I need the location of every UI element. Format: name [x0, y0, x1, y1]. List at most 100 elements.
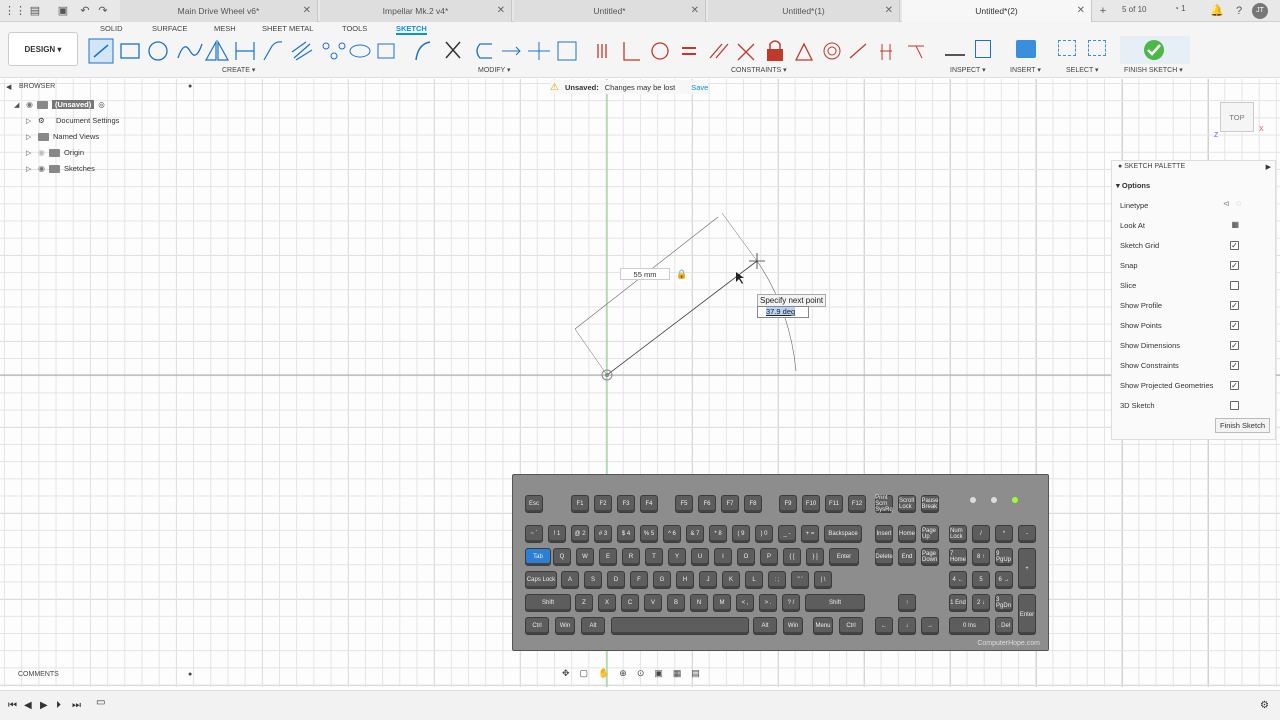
slice-checkbox[interactable] — [1230, 281, 1239, 290]
tab-surface[interactable]: SURFACE — [152, 24, 187, 33]
show-constraints-checkbox[interactable]: ✓ — [1230, 361, 1239, 370]
tab-untitled[interactable]: Untitled* ✕ — [514, 0, 706, 22]
tab-main-drive-wheel[interactable]: Main Drive Wheel v6* ✕ — [120, 0, 318, 22]
save-link[interactable]: Save — [691, 83, 708, 92]
pin-icon[interactable]: ● — [188, 671, 192, 678]
show-projected-checkbox[interactable]: ✓ — [1230, 381, 1239, 390]
timeline-marker-icon[interactable]: ▭ — [96, 697, 105, 708]
select-window-icon[interactable] — [1058, 40, 1076, 56]
offset-tool-icon[interactable] — [291, 41, 313, 61]
collinear-icon[interactable] — [737, 43, 755, 61]
finish-sketch-menu[interactable]: FINISH SKETCH ▾ — [1124, 66, 1183, 74]
look-at-icon[interactable]: ▦ — [1231, 220, 1239, 229]
break-icon[interactable] — [502, 46, 521, 56]
inspect-menu[interactable]: INSPECT ▾ — [950, 66, 986, 74]
avatar[interactable]: JT — [1252, 3, 1268, 19]
close-icon[interactable]: ✕ — [691, 5, 699, 16]
app-grid-icon[interactable]: ⋮⋮ — [4, 4, 26, 18]
trim-icon[interactable] — [445, 41, 461, 59]
fix-icon[interactable] — [767, 49, 783, 61]
browser-root[interactable]: ◢ ◉ (Unsaved) ◎ — [14, 100, 105, 109]
equal-icon[interactable] — [682, 47, 696, 55]
tab-untitled-2[interactable]: Untitled*(2) ✕ — [902, 0, 1092, 22]
constraints-menu[interactable]: CONSTRAINTS ▾ — [731, 66, 787, 74]
next-step-icon[interactable]: ⏵ — [56, 700, 61, 711]
ellipse-tool-icon[interactable] — [349, 44, 371, 58]
symmetry-icon[interactable] — [880, 44, 892, 60]
eye-icon[interactable]: ◉ — [38, 148, 45, 157]
tab-sketch[interactable]: SKETCH — [396, 24, 427, 35]
play-icon[interactable]: ▶ — [40, 700, 48, 711]
pin-icon[interactable]: ● — [188, 83, 192, 90]
browser-item-document-settings[interactable]: ▷ ⚙ Document Settings — [26, 116, 119, 125]
settings-icon[interactable]: ⚙ — [1260, 700, 1269, 711]
circle-tool-icon[interactable] — [148, 41, 168, 61]
parallel-icon[interactable] — [709, 43, 729, 59]
midpoint-icon[interactable] — [794, 42, 814, 61]
browser-item-named-views[interactable]: ▷ Named Views — [26, 132, 99, 141]
orbit-icon[interactable]: ✥ — [562, 668, 570, 679]
expand-panel-icon[interactable]: ▶ — [1266, 163, 1271, 171]
show-profile-checkbox[interactable]: ✓ — [1230, 301, 1239, 310]
display-settings-icon[interactable]: ▣ — [654, 668, 663, 679]
save-icon[interactable]: ▣ — [56, 4, 70, 18]
previous-step-icon[interactable]: ◀ — [24, 700, 32, 711]
zoom-window-icon[interactable]: ⊙ — [637, 668, 645, 679]
perpendicular-icon[interactable] — [623, 42, 640, 61]
insert-image-icon[interactable] — [1016, 40, 1036, 58]
show-points-checkbox[interactable]: ✓ — [1230, 321, 1239, 330]
workspace-switcher[interactable]: DESIGN ▾ — [8, 32, 78, 66]
fillet-tool-icon[interactable] — [263, 41, 283, 61]
insert-menu[interactable]: INSERT ▾ — [1010, 66, 1041, 74]
browser-item-origin[interactable]: ▷ ◉ Origin — [26, 148, 84, 157]
pan-icon[interactable]: ✋ — [598, 668, 609, 679]
expand-icon[interactable]: ▷ — [26, 165, 34, 173]
zoom-icon[interactable]: ⊕ — [619, 668, 627, 679]
palette-finish-sketch-button[interactable]: Finish Sketch — [1214, 418, 1270, 433]
eye-icon[interactable]: ◉ — [26, 100, 33, 109]
expand-icon[interactable]: ▷ — [26, 133, 34, 141]
close-icon[interactable]: ✕ — [1077, 5, 1085, 16]
sketch-scale-icon[interactable] — [528, 42, 550, 60]
file-icon[interactable]: ▤ — [28, 4, 42, 18]
pattern-tool-icon[interactable] — [322, 42, 330, 50]
activate-icon[interactable]: ◎ — [98, 100, 105, 109]
select-menu[interactable]: SELECT ▾ — [1066, 66, 1099, 74]
construction-linetype-icon[interactable]: ⊲ ◌ — [1223, 199, 1241, 208]
tab-mesh[interactable]: MESH — [214, 24, 236, 33]
page-counter[interactable]: 5 of 10 — [1122, 5, 1146, 14]
finish-sketch-button[interactable] — [1120, 36, 1190, 64]
lock-icon[interactable]: 🔒 — [676, 269, 687, 280]
select-freeform-icon[interactable] — [1088, 40, 1106, 56]
create-menu[interactable]: CREATE ▾ — [222, 66, 255, 74]
arc-tool-icon[interactable] — [177, 43, 203, 59]
browser-header[interactable]: ◀ BROWSER ● — [2, 81, 202, 93]
tab-solid[interactable]: SOLID — [100, 24, 123, 33]
palette-header[interactable]: ● SKETCH PALETTE — [1118, 163, 1185, 170]
tab-tools[interactable]: TOOLS — [342, 24, 367, 33]
new-tab-icon[interactable]: + — [1096, 4, 1110, 18]
bell-icon[interactable]: 🔔 — [1210, 4, 1224, 18]
horizontal-vertical-icon[interactable] — [908, 45, 924, 59]
dimension-value[interactable]: 55 mm — [620, 268, 670, 280]
tab-sheet-metal[interactable]: SHEET METAL — [262, 24, 313, 33]
snap-checkbox[interactable]: ✓ — [1230, 261, 1239, 270]
viewports-icon[interactable]: ▤ — [691, 668, 700, 679]
angle-input[interactable]: 37.9 deg — [757, 306, 809, 318]
interference-icon[interactable] — [975, 40, 991, 58]
first-step-icon[interactable]: ⏮ — [8, 700, 17, 711]
expand-icon[interactable]: ◢ — [14, 101, 22, 109]
redo-icon[interactable]: ↷ — [96, 4, 110, 18]
extend-icon[interactable] — [476, 43, 492, 59]
tab-impellar[interactable]: Impellar Mk.2 v4* ✕ — [320, 0, 512, 22]
collapse-icon[interactable]: ◀ — [6, 83, 11, 91]
expand-icon[interactable]: ▷ — [26, 117, 34, 125]
grid-settings-icon[interactable]: ▦ — [673, 668, 682, 679]
last-step-icon[interactable]: ⏭ — [72, 700, 81, 711]
rectangle-tool-icon[interactable] — [120, 43, 140, 59]
look-at-icon[interactable]: ▢ — [580, 668, 589, 679]
sketch-grid-checkbox[interactable]: ✓ — [1230, 241, 1239, 250]
dimension-tool-icon[interactable] — [235, 42, 255, 60]
viewcube[interactable]: TOP — [1220, 102, 1254, 132]
close-icon[interactable]: ✕ — [885, 5, 893, 16]
